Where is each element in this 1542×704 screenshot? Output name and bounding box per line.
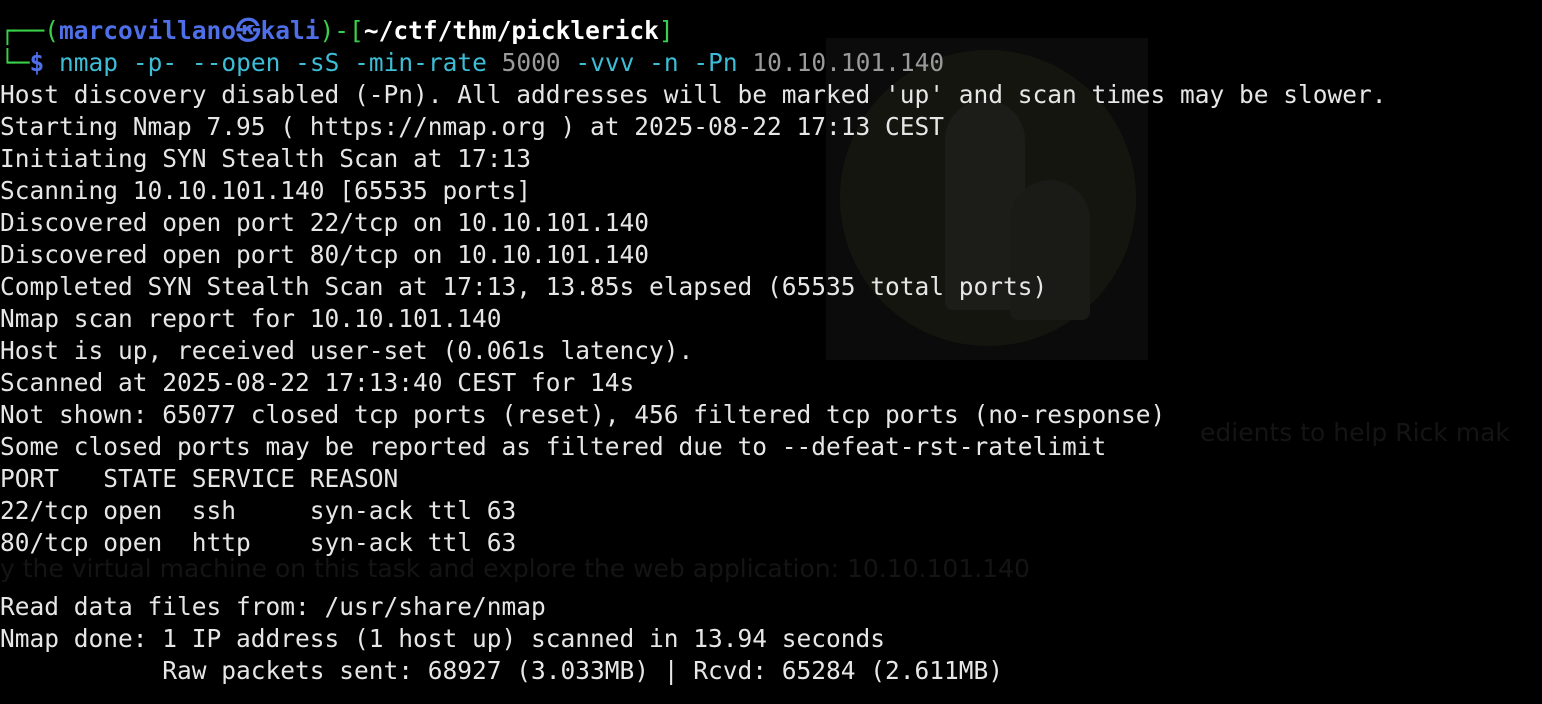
command-args: -p- --open -sS -min-rate — [132, 48, 487, 77]
output-line: Scanned at 2025-08-22 17:13:40 CEST for … — [0, 368, 635, 397]
output-line: Discovered open port 80/tcp on 10.10.101… — [0, 240, 650, 269]
command-program: nmap — [59, 48, 119, 77]
prompt-close-bracket: ] — [658, 16, 674, 45]
prompt-separator: )-[ — [319, 16, 364, 45]
prompt-user: marcovillano — [59, 16, 237, 45]
output-line: Some closed ports may be reported as fil… — [0, 432, 1107, 461]
prompt-at-symbol: ㉿ — [236, 16, 261, 45]
prompt-corner-top: ┌──( — [0, 16, 60, 45]
output-line: Scanning 10.10.101.140 [65535 ports] — [0, 176, 532, 205]
command-line[interactable]: └─$ nmap -p- --open -sS -min-rate 5000 -… — [0, 47, 1542, 79]
prompt-host: kali — [260, 16, 320, 45]
output-line: Raw packets sent: 68927 (3.033MB) | Rcvd… — [0, 656, 1004, 685]
prompt-path: ~/ctf/thm/picklerick — [363, 16, 659, 45]
terminal-output[interactable]: ┌──(marcovillano㉿kali)-[~/ctf/thm/pickle… — [0, 15, 1542, 687]
prompt-line-top: ┌──(marcovillano㉿kali)-[~/ctf/thm/pickle… — [0, 15, 1542, 47]
command-target: 10.10.101.140 — [752, 48, 945, 77]
port-table-header: PORT STATE SERVICE REASON — [0, 464, 399, 493]
port-table-row: 22/tcp open ssh syn-ack ttl 63 — [0, 496, 517, 525]
command-flags: -vvv -n -Pn — [575, 48, 738, 77]
output-line: Nmap scan report for 10.10.101.140 — [0, 304, 502, 333]
output-line: Initiating SYN Stealth Scan at 17:13 — [0, 144, 532, 173]
output-line: Nmap done: 1 IP address (1 host up) scan… — [0, 624, 886, 653]
output-line: Host discovery disabled (-Pn). All addre… — [0, 80, 1387, 109]
output-line: Starting Nmap 7.95 ( https://nmap.org ) … — [0, 112, 945, 141]
output-line: Not shown: 65077 closed tcp ports (reset… — [0, 400, 1166, 429]
output-line: Completed SYN Stealth Scan at 17:13, 13.… — [0, 272, 1048, 301]
prompt-dollar: $ — [29, 48, 45, 77]
command-rate: 5000 — [501, 48, 561, 77]
output-blank-line — [0, 559, 1542, 591]
prompt-corner-bottom: └─ — [0, 48, 30, 77]
port-table-row: 80/tcp open http syn-ack ttl 63 — [0, 528, 517, 557]
output-line: Read data files from: /usr/share/nmap — [0, 592, 546, 621]
output-line: Discovered open port 22/tcp on 10.10.101… — [0, 208, 650, 237]
output-line: Host is up, received user-set (0.061s la… — [0, 336, 694, 365]
